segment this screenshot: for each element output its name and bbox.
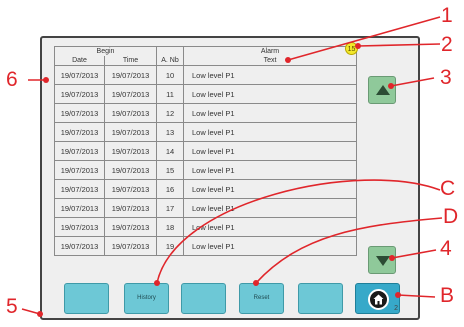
callout-b: B bbox=[440, 284, 455, 307]
callout-3: 3 bbox=[440, 66, 452, 89]
callout-4: 4 bbox=[440, 237, 452, 260]
callout-1: 1 bbox=[441, 4, 453, 27]
callout-c: C bbox=[440, 177, 456, 200]
callout-5: 5 bbox=[6, 295, 18, 318]
callout-6: 6 bbox=[6, 68, 18, 91]
callout-lines bbox=[21, 16, 443, 317]
callout-2: 2 bbox=[441, 33, 453, 56]
callout-d: D bbox=[443, 205, 459, 228]
